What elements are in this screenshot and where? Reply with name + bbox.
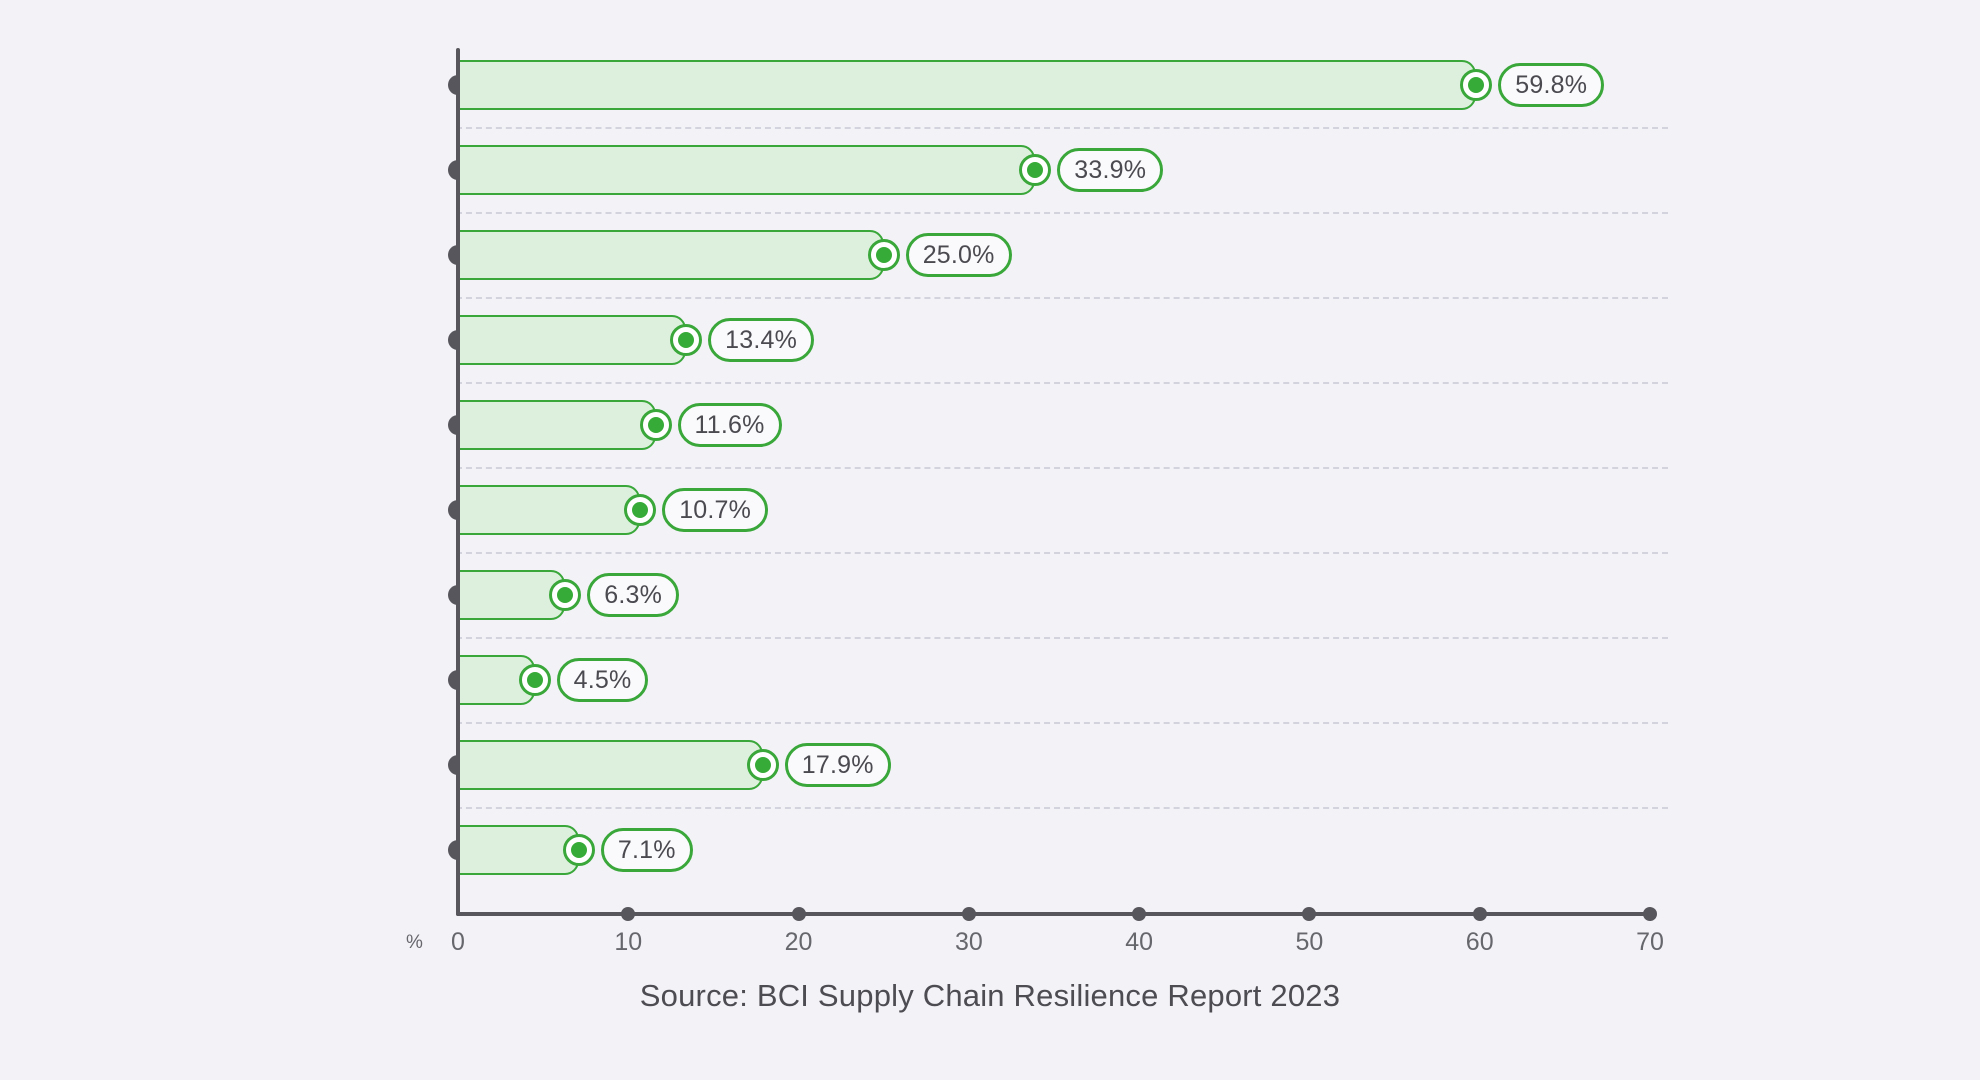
value-label: 59.8%: [1498, 63, 1605, 107]
bar[interactable]: [458, 825, 579, 875]
bar-end-marker: [518, 664, 551, 696]
bar[interactable]: [458, 315, 687, 365]
bar-end-marker: [639, 409, 672, 441]
x-axis-tick-dot: [621, 907, 636, 921]
gridline: [456, 807, 1668, 809]
gridline: [456, 722, 1668, 724]
value-label: 7.1%: [600, 828, 693, 872]
x-axis-tick-label: 0: [451, 928, 465, 956]
gridline: [456, 212, 1668, 214]
bar-end-marker: [549, 579, 582, 611]
value-label: 10.7%: [662, 488, 769, 532]
x-axis-tick-dot: [961, 907, 976, 921]
gridline: [456, 637, 1668, 639]
gridline: [456, 297, 1668, 299]
bar[interactable]: [458, 145, 1036, 195]
bar-end-marker: [1019, 154, 1052, 186]
gridline: [456, 127, 1668, 129]
x-axis-tick-dot: [1302, 907, 1317, 921]
x-axis-tick-label: 40: [1125, 928, 1154, 956]
x-axis-tick-label: 30: [954, 928, 983, 956]
value-label: 25.0%: [905, 233, 1012, 277]
plot-area: Excel spreadsheets59.8%Incident response…: [0, 0, 1980, 1080]
bar-end-marker: [1460, 69, 1493, 101]
value-label: 13.4%: [708, 318, 815, 362]
x-axis-tick-dot: [1643, 907, 1657, 921]
bar-end-marker: [670, 324, 703, 356]
value-label: 6.3%: [587, 573, 680, 617]
x-axis-tick-dot: [1472, 907, 1487, 921]
chart-container: Excel spreadsheets59.8%Incident response…: [0, 0, 1980, 1080]
gridline: [456, 467, 1668, 469]
value-label: 11.6%: [677, 403, 782, 447]
bar[interactable]: [458, 60, 1477, 110]
gridline: [456, 552, 1668, 554]
x-axis-tick-label: 50: [1295, 928, 1324, 956]
x-axis-unit-label: %: [406, 932, 423, 953]
bar-end-marker: [562, 834, 595, 866]
bar-end-marker: [867, 239, 900, 271]
bar[interactable]: [458, 740, 763, 790]
bar[interactable]: [458, 230, 884, 280]
x-axis-tick-label: 60: [1465, 928, 1494, 956]
bar[interactable]: [458, 485, 641, 535]
x-axis-tick-label: 70: [1636, 928, 1664, 956]
x-axis-tick-dot: [791, 907, 806, 921]
y-axis-line: [456, 48, 460, 916]
bar[interactable]: [458, 400, 656, 450]
bar-end-marker: [624, 494, 657, 526]
x-axis-tick-label: 10: [614, 928, 643, 956]
bar-end-marker: [746, 749, 779, 781]
source-caption: Source: BCI Supply Chain Resilience Repo…: [639, 978, 1341, 1013]
value-label: 33.9%: [1057, 148, 1164, 192]
x-axis-tick-label: 20: [784, 928, 813, 956]
value-label: 17.9%: [784, 743, 891, 787]
value-label: 4.5%: [556, 658, 649, 702]
gridline: [456, 382, 1668, 384]
x-axis-tick-dot: [1132, 907, 1147, 921]
